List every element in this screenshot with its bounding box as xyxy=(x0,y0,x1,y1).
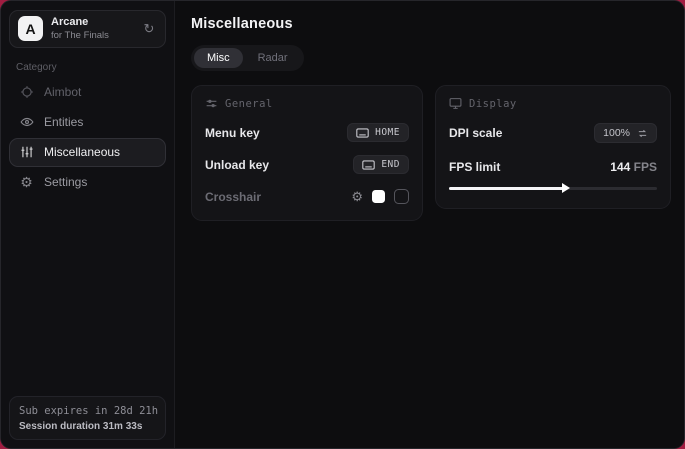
subscription-info-card: Sub expires in 28d 21h Session duration … xyxy=(9,396,166,440)
sidebar-item-label: Miscellaneous xyxy=(44,145,120,159)
display-card: Display DPI scale 100% FPS limit xyxy=(435,85,671,209)
dpi-scale-label: DPI scale xyxy=(449,126,502,140)
crosshair-icon xyxy=(19,85,34,100)
app-header-card: A Arcane for The Finals ↻ xyxy=(9,10,166,48)
crosshair-settings-gear-icon[interactable]: ⚙ xyxy=(351,190,363,203)
sidebar: A Arcane for The Finals ↻ Category Aimbo… xyxy=(1,1,175,448)
sidebar-nav: Aimbot Entities Miscel xyxy=(9,78,166,197)
crosshair-label: Crosshair xyxy=(205,190,261,204)
keyboard-icon xyxy=(362,160,375,170)
menu-key-row: Menu key HOME xyxy=(205,123,409,142)
keyboard-icon xyxy=(356,128,369,138)
tab-misc[interactable]: Misc xyxy=(194,48,243,68)
sliders-vertical-icon xyxy=(19,145,34,160)
sidebar-item-label: Settings xyxy=(44,175,87,189)
sidebar-item-label: Aimbot xyxy=(44,85,81,99)
sidebar-item-aimbot[interactable]: Aimbot xyxy=(9,78,166,107)
sidebar-item-miscellaneous[interactable]: Miscellaneous xyxy=(9,138,166,167)
unload-key-row: Unload key END xyxy=(205,155,409,174)
dpi-scale-select[interactable]: 100% xyxy=(594,123,657,143)
app-meta: Arcane for The Finals xyxy=(51,16,109,42)
tab-bar: Misc Radar xyxy=(191,45,304,71)
page-title: Miscellaneous xyxy=(191,16,671,32)
unload-key-value: END xyxy=(381,159,400,170)
tab-radar[interactable]: Radar xyxy=(245,48,301,68)
gear-icon: ⚙ xyxy=(19,175,34,190)
menu-key-bind-button[interactable]: HOME xyxy=(347,123,409,142)
crosshair-color-swatch[interactable] xyxy=(372,190,385,203)
slider-thumb[interactable] xyxy=(562,183,570,193)
unload-key-label: Unload key xyxy=(205,158,269,172)
general-card: General Menu key HOME xyxy=(191,85,423,221)
dpi-scale-value: 100% xyxy=(603,127,630,139)
display-card-title: Display xyxy=(469,98,517,110)
main-panel: Miscellaneous Misc Radar General xyxy=(175,1,685,448)
menu-key-label: Menu key xyxy=(205,126,260,140)
dpi-scale-row: DPI scale 100% xyxy=(449,123,657,143)
sub-expires-text: Sub expires in 28d 21h xyxy=(19,405,156,417)
cycle-icon xyxy=(637,128,648,139)
general-card-header: General xyxy=(205,97,409,110)
settings-cards: General Menu key HOME xyxy=(191,85,671,221)
sliders-horizontal-icon xyxy=(205,97,218,110)
fps-limit-label: FPS limit xyxy=(449,160,500,174)
menu-key-value: HOME xyxy=(375,127,400,138)
refresh-icon[interactable]: ↻ xyxy=(141,21,157,37)
session-duration-text: Session duration 31m 33s xyxy=(19,421,156,432)
display-card-header: Display xyxy=(449,97,657,110)
crosshair-enable-checkbox[interactable] xyxy=(394,189,409,204)
category-label: Category xyxy=(16,62,166,73)
fps-limit-value: 144 FPS xyxy=(610,160,657,174)
app-name: Arcane xyxy=(51,16,109,30)
eye-icon xyxy=(19,115,34,130)
crosshair-row: Crosshair ⚙ xyxy=(205,187,409,206)
app-subtitle: for The Finals xyxy=(51,30,109,42)
fps-limit-row: FPS limit 144 FPS xyxy=(449,157,657,176)
sidebar-item-settings[interactable]: ⚙ Settings xyxy=(9,168,166,197)
sidebar-spacer xyxy=(9,197,166,396)
crosshair-controls: ⚙ xyxy=(351,189,409,204)
app-window: A Arcane for The Finals ↻ Category Aimbo… xyxy=(0,0,685,449)
fps-number: 144 xyxy=(610,160,630,174)
fps-unit: FPS xyxy=(634,160,657,174)
slider-fill xyxy=(449,187,564,190)
unload-key-bind-button[interactable]: END xyxy=(353,155,409,174)
app-logo: A xyxy=(18,16,43,41)
sidebar-item-label: Entities xyxy=(44,115,83,129)
fps-limit-slider[interactable] xyxy=(449,183,657,194)
general-card-title: General xyxy=(225,98,273,110)
sidebar-item-entities[interactable]: Entities xyxy=(9,108,166,137)
monitor-icon xyxy=(449,97,462,110)
